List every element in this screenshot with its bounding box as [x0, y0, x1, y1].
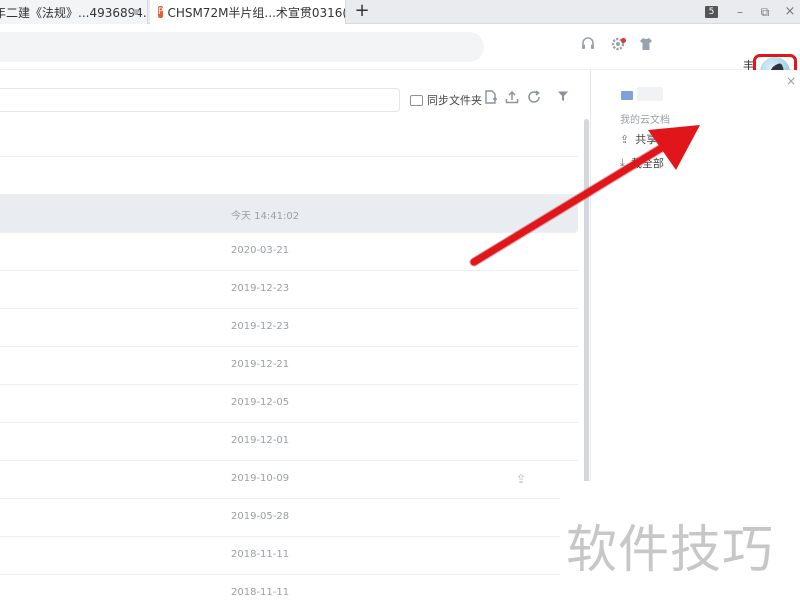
file-name-placeholder [637, 87, 663, 101]
modified-date: 2018-11-11 [231, 587, 290, 598]
sync-folder-label: 同步文件夹 [427, 94, 482, 107]
notification-dot [621, 38, 626, 43]
path-bar[interactable] [0, 88, 400, 112]
skin-icon[interactable] [636, 36, 656, 56]
folder-icon [621, 91, 633, 100]
modified-date: 2020-03-21 [231, 245, 290, 256]
sync-folder-button[interactable]: 同步文件夹 [410, 90, 482, 110]
modified-date: 2019-12-23 [231, 321, 290, 332]
tab-presentation-document[interactable]: P CHSM72M半片组...术宣贯0316(1) [150, 0, 346, 24]
table-row-selected[interactable]: 今天 14:41:02 [0, 195, 578, 233]
tab-title: CHSM72M半片组...术宣贯0316(1) [167, 5, 346, 20]
modified-date: 2019-12-23 [231, 283, 290, 294]
upload-icon[interactable] [503, 90, 521, 108]
tab-count-badge[interactable]: 5 [705, 6, 718, 18]
table-row[interactable] [0, 119, 578, 157]
restore-button[interactable]: ⧉ [755, 2, 775, 22]
download-all-button[interactable]: ⤓ 载全部 [620, 155, 664, 171]
new-document-icon[interactable] [481, 90, 499, 108]
share-button[interactable]: ⇪ 共享 [620, 131, 657, 147]
close-window-button[interactable]: × [780, 2, 800, 22]
watermark-text: 软件技巧 [566, 521, 775, 580]
close-icon[interactable]: × [786, 74, 796, 88]
table-row[interactable]: 2019-12-23 [0, 309, 578, 347]
minimize-button[interactable]: – [730, 2, 750, 22]
folder-sync-icon [410, 94, 423, 106]
tab-title: 年二建《法规》...4936894.pdf [0, 5, 147, 20]
table-row[interactable]: 2018-11-11 [0, 575, 578, 600]
scrollbar[interactable] [584, 119, 589, 519]
file-location: 我的云文档 [620, 115, 670, 126]
modified-date: 2019-12-05 [231, 397, 290, 408]
search-box[interactable] [0, 32, 484, 62]
presentation-file-icon: P [158, 6, 164, 18]
share-icon: ⇪ [620, 132, 630, 146]
filter-icon[interactable] [554, 90, 572, 108]
download-label: 载全部 [630, 157, 664, 170]
table-row[interactable]: 2019-12-21 [0, 347, 578, 385]
refresh-icon[interactable] [525, 90, 543, 108]
file-rows: 今天 14:41:02 2020-03-21 2019-12-23 2019-1… [0, 119, 578, 600]
table-row[interactable]: 2020-03-21 [0, 233, 578, 271]
table-row[interactable]: 2019-10-09 ⇪ [0, 461, 578, 499]
modified-date: 2018-11-11 [231, 549, 290, 560]
table-row[interactable]: 2018-11-11 [0, 537, 578, 575]
table-row[interactable]: 2019-12-05 [0, 385, 578, 423]
tab-bar: 年二建《法规》...4936894.pdf P CHSM72M半片组...术宣贯… [0, 0, 800, 24]
file-list-panel: 同步文件夹 今天 14:41:02 2020-03-21 2019-12-23 … [0, 70, 590, 600]
modified-date: 2019-10-09 [231, 473, 290, 484]
shared-icon: ⇪ [516, 472, 527, 486]
modified-date: 今天 14:41:02 [231, 211, 300, 222]
tab-close-dot-icon[interactable] [133, 9, 139, 15]
new-tab-button[interactable]: + [352, 2, 372, 22]
modified-date: 2019-05-28 [231, 511, 290, 522]
tab-pdf-document[interactable]: 年二建《法规》...4936894.pdf [0, 0, 148, 24]
share-label: 共享 [635, 133, 658, 146]
app-window: 年二建《法规》...4936894.pdf P CHSM72M半片组...术宣贯… [0, 0, 800, 600]
download-icon: ⤓ [620, 156, 625, 169]
table-row[interactable] [0, 157, 578, 195]
modified-date: 2019-12-21 [231, 359, 290, 370]
modified-date: 2019-12-01 [231, 435, 290, 446]
table-row[interactable]: 2019-12-01 [0, 423, 578, 461]
table-row[interactable]: 2019-12-23 [0, 271, 578, 309]
table-row[interactable]: 2019-05-28 [0, 499, 578, 537]
top-toolbar: 丰 [0, 24, 800, 92]
headset-icon[interactable] [578, 36, 598, 56]
